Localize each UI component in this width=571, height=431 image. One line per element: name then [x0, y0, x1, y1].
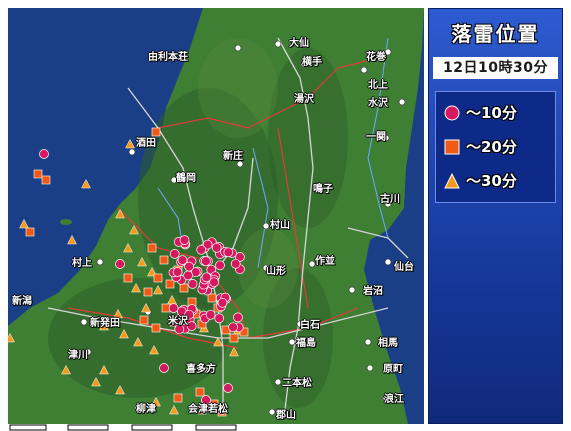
city-label-daisen: 大仙 — [289, 38, 309, 49]
city-label-koriyama: 郡山 — [276, 410, 296, 421]
strike-marker-10min — [228, 322, 238, 333]
strike-marker-20min — [173, 393, 183, 403]
legend-panel: 落雷位置 12日10時30分 ～10分 ～20分 ～30分 — [428, 8, 563, 424]
city-label-nihonmatsu: 二本松 — [282, 378, 312, 389]
city-label-ichinoseki: 一関 — [366, 132, 386, 143]
city-label-iwanuma: 岩沼 — [363, 286, 383, 297]
strike-marker-10min — [39, 149, 49, 159]
strike-marker-20min — [33, 169, 43, 179]
strike-marker-20min — [165, 279, 175, 289]
strike-marker-10min — [169, 249, 180, 259]
city-label-soma: 相馬 — [378, 338, 398, 349]
strike-marker-10min — [186, 321, 197, 331]
city-label-fukushima: 福島 — [296, 338, 316, 349]
circle-icon — [444, 105, 460, 121]
bottom-bar-fragment — [8, 424, 248, 431]
strike-marker-20min — [139, 315, 149, 325]
strike-marker-10min — [214, 313, 225, 324]
city-label-murayama: 村山 — [270, 220, 290, 231]
strike-marker-10min — [201, 256, 211, 267]
city-label-haramachi: 原町 — [383, 364, 403, 375]
city-label-tsugawa: 津川 — [68, 350, 88, 361]
city-label-shiroishi: 白石 — [300, 320, 320, 331]
strike-marker-10min — [211, 242, 222, 253]
strike-marker-10min — [217, 297, 228, 308]
city-label-yokote: 横手 — [302, 57, 322, 68]
strike-marker-20min — [151, 127, 161, 137]
city-label-murakami: 村上 — [72, 258, 92, 269]
legend-label-10min: ～10分 — [466, 104, 517, 122]
strike-marker-10min — [223, 383, 233, 393]
timestamp: 12日10時30分 — [433, 57, 558, 79]
strike-marker-10min — [179, 235, 190, 245]
strike-marker-10min — [205, 309, 216, 320]
city-label-yonezawa: 米沢 — [168, 316, 188, 327]
city-label-yuzawa: 湯沢 — [294, 94, 314, 105]
city-label-yanaizu: 柳津 — [136, 404, 156, 415]
strike-marker-10min — [183, 270, 193, 281]
strike-marker-20min — [195, 387, 205, 397]
city-label-sakata: 酒田 — [136, 138, 156, 149]
strike-marker-20min — [159, 255, 169, 265]
strike-marker-20min — [153, 273, 163, 283]
strike-marker-10min — [230, 258, 241, 269]
city-label-mizusawa: 水沢 — [368, 98, 388, 109]
strike-marker-20min — [147, 243, 157, 253]
strike-marker-10min — [223, 247, 234, 258]
strike-marker-20min — [179, 283, 189, 293]
legend-item-20min: ～20分 — [444, 136, 554, 158]
city-label-kitakata: 喜多方 — [186, 364, 216, 375]
strike-marker-10min — [115, 259, 125, 269]
city-label-aizu: 会津若松 — [188, 404, 228, 415]
city-label-naruko: 鳴子 — [313, 184, 333, 195]
city-label-niigata: 新潟 — [12, 296, 32, 307]
strike-marker-10min — [172, 267, 183, 277]
city-label-sendai: 仙台 — [394, 262, 414, 273]
panel-title: 落雷位置 — [451, 22, 540, 46]
strike-marker-10min — [215, 260, 225, 271]
strike-marker-10min — [196, 244, 207, 255]
lightning-map: 由利本荘 大仙 花巻 横手 北上 湯沢 水沢 酒田 一関 新庄 鶴岡 鳴子 古川… — [8, 8, 424, 424]
strike-marker-10min — [168, 303, 179, 313]
strike-marker-10min — [233, 312, 243, 323]
city-label-yurihonjo: 由利本荘 — [148, 52, 188, 63]
strike-marker-20min — [123, 273, 133, 283]
strike-marker-20min — [25, 227, 35, 237]
legend-box: ～10分 ～20分 ～30分 — [435, 91, 556, 203]
legend-label-20min: ～20分 — [466, 138, 517, 156]
strike-marker-10min — [184, 261, 194, 272]
strike-marker-20min — [229, 333, 239, 343]
strike-marker-20min — [143, 287, 153, 297]
city-label-furukawa: 古川 — [380, 194, 400, 205]
city-label-hanamaki: 花巻 — [366, 52, 386, 63]
legend-label-30min: ～30分 — [466, 172, 517, 190]
strike-marker-10min — [187, 279, 198, 289]
strike-marker-20min — [151, 323, 161, 333]
strike-marker-20min — [207, 293, 217, 303]
legend-item-30min: ～30分 — [444, 170, 554, 192]
city-label-shinjo: 新庄 — [223, 151, 243, 162]
city-label-kitakami: 北上 — [368, 80, 388, 91]
strike-marker-20min — [41, 175, 51, 185]
triangle-icon — [444, 173, 460, 189]
strike-marker-10min — [201, 272, 212, 283]
city-label-sakunami: 作並 — [315, 256, 335, 267]
city-label-yamagata: 山形 — [266, 266, 286, 277]
strike-marker-10min — [159, 363, 169, 373]
square-icon — [444, 139, 460, 155]
city-label-shibata: 新発田 — [90, 318, 120, 329]
city-label-tsuruoka: 鶴岡 — [176, 173, 196, 184]
legend-item-10min: ～10分 — [444, 102, 554, 124]
city-label-namie: 浪江 — [384, 394, 404, 405]
